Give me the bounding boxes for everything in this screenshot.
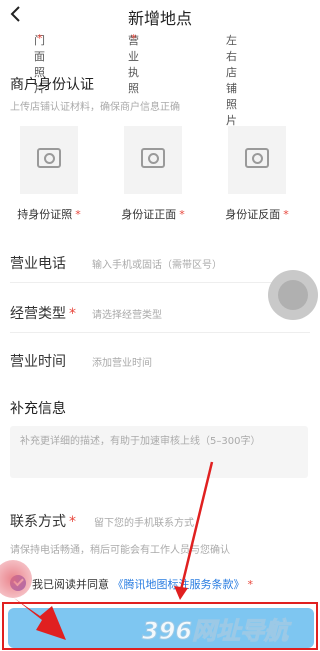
camera-icon: [245, 148, 269, 168]
page-title: 新增地点: [127, 9, 192, 28]
upload-id-back[interactable]: [228, 126, 286, 194]
phone-label: 营业电话: [10, 256, 66, 272]
supplement-textarea[interactable]: 补充更详细的描述，有助于加速审核上线（5–300字）: [10, 426, 308, 478]
upload-id-front[interactable]: [124, 126, 182, 194]
business-type-select[interactable]: 请选择经营类型: [92, 306, 162, 321]
identity-section-title: 商户身份认证: [10, 77, 94, 93]
upload-label-id-holding: 持身份证照 *: [17, 208, 81, 221]
business-type-label: 经营类型 *: [10, 306, 76, 322]
header: 新增地点: [0, 0, 320, 30]
floating-assist-button[interactable]: [268, 270, 318, 320]
upload-label-id-back: 身份证反面 *: [225, 208, 289, 221]
phone-input[interactable]: 输入手机或固话（需带区号）: [92, 256, 222, 271]
business-hours-input[interactable]: 添加营业时间: [92, 354, 152, 369]
business-hours-label: 营业时间: [10, 354, 66, 370]
watermark-logo: 396网址导航: [142, 617, 293, 646]
watermark-text: 396网址导航: [142, 617, 292, 645]
agreement-row: 我已阅读并同意 《腾讯地图标注服务条款》 *: [10, 574, 310, 592]
divider: [10, 332, 310, 333]
identity-section-hint: 上传店铺认证材料，确保商户信息正确: [10, 102, 180, 113]
divider: [10, 282, 310, 283]
contact-input[interactable]: 留下您的手机联系方式: [94, 514, 194, 529]
supplement-title: 补充信息: [10, 401, 66, 417]
photo-labels-row: 门面照片 * 营业执照 * 左右店铺照片: [34, 32, 237, 127]
upload-id-holding[interactable]: [20, 126, 78, 194]
touch-indicator: [0, 560, 32, 598]
camera-icon: [141, 148, 165, 168]
contact-label: 联系方式 *: [10, 514, 76, 530]
contact-hint: 请保持电话畅通，稍后可能会有工作人员与您确认: [10, 545, 230, 556]
terms-link[interactable]: 《腾讯地图标注服务条款》: [113, 578, 245, 591]
camera-icon: [37, 148, 61, 168]
agreement-text: 我已阅读并同意 《腾讯地图标注服务条款》 *: [32, 578, 253, 591]
upload-label-id-front: 身份证正面 *: [121, 208, 185, 221]
